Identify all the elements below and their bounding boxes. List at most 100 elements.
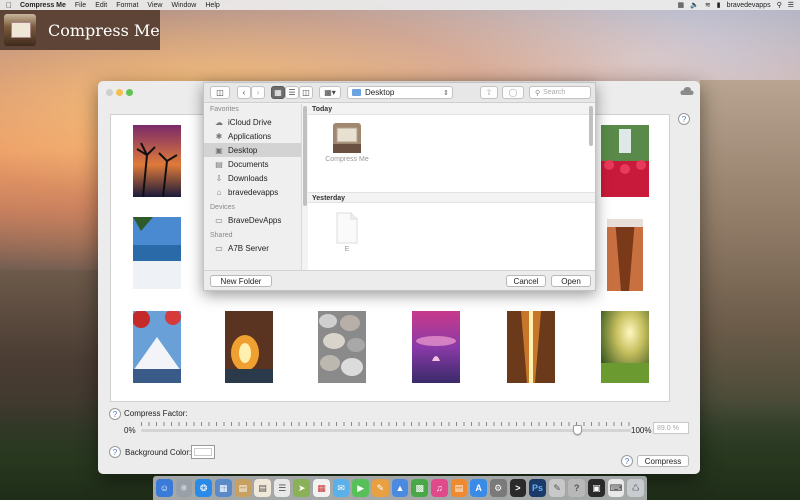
launchpad-icon[interactable]: ⚛ xyxy=(175,479,193,497)
calendar-icon[interactable]: ▦ xyxy=(313,479,330,497)
menu-app-name[interactable]: Compress Me xyxy=(20,2,66,9)
facetime-icon[interactable]: ▶ xyxy=(352,479,370,497)
arrange-menu-icon[interactable]: ▦▾ xyxy=(319,86,341,99)
pages-icon[interactable]: ✎ xyxy=(372,479,389,497)
contacts-icon[interactable]: ▤ xyxy=(234,479,252,497)
photoshop-icon[interactable]: Ps xyxy=(529,479,546,497)
zoom-button[interactable] xyxy=(126,89,133,96)
files-scrollbar[interactable] xyxy=(589,106,593,146)
file-item-e[interactable]: E xyxy=(328,212,366,253)
menu-view[interactable]: View xyxy=(147,2,162,9)
notes-icon[interactable]: ▤ xyxy=(254,479,271,497)
path-popup[interactable]: Desktop ⇕ xyxy=(347,86,453,99)
system-preferences-icon[interactable]: ⚙ xyxy=(489,479,507,497)
photos-app-icon[interactable]: ▦ xyxy=(214,479,232,497)
slider-min-label: 0% xyxy=(124,426,136,435)
trash-icon[interactable]: ♺ xyxy=(627,479,645,497)
menu-help[interactable]: Help xyxy=(205,2,219,9)
desktop-icon: ▣ xyxy=(215,145,223,155)
image-thumbnail-canyon[interactable] xyxy=(607,219,643,291)
compress-factor-slider[interactable] xyxy=(141,429,631,432)
sidebar-item-bravedevapps[interactable]: ▭ BraveDevApps xyxy=(204,213,301,227)
battery-icon[interactable]: ▮ xyxy=(717,1,721,9)
open-button[interactable]: Open xyxy=(551,275,591,287)
safari-icon[interactable]: ❂ xyxy=(195,479,212,497)
itunes-icon[interactable]: ♫ xyxy=(430,479,448,497)
screenshot-app-icon[interactable]: ▣ xyxy=(588,479,605,497)
wifi-icon[interactable]: ≋ xyxy=(705,1,711,9)
path-popup-label: Desktop xyxy=(365,88,395,97)
menubar-user[interactable]: bravedevapps xyxy=(727,2,771,9)
image-thumbnail-lotus[interactable] xyxy=(412,311,460,383)
help-viewer-icon[interactable]: ? xyxy=(568,479,586,497)
sidebar-item-a7b-server[interactable]: ▭ A7B Server xyxy=(204,241,301,255)
list-view-icon[interactable]: ☰ xyxy=(285,86,299,99)
notification-center-icon[interactable]: ☰ xyxy=(788,1,794,9)
sidebar-item-desktop[interactable]: ▣ Desktop xyxy=(204,143,301,157)
sidebar-header-devices: Devices xyxy=(210,204,235,211)
menu-file[interactable]: File xyxy=(75,2,86,9)
sidebar-item-downloads[interactable]: ⇩ Downloads xyxy=(204,171,301,185)
image-thumbnail-forest-sun[interactable] xyxy=(601,311,649,383)
background-color-well[interactable] xyxy=(191,445,215,459)
grid-help-button[interactable]: ? xyxy=(678,113,690,125)
sidebar-item-icloud-drive[interactable]: ☁ iCloud Drive xyxy=(204,115,301,129)
search-input[interactable]: ⚲ Search xyxy=(529,86,591,99)
numbers-icon[interactable]: ▩ xyxy=(411,479,428,497)
share-icon[interactable]: ⇧ xyxy=(480,86,498,99)
image-thumbnail-beach[interactable] xyxy=(133,217,181,289)
group-header-yesterday: Yesterday xyxy=(308,192,595,203)
volume-icon[interactable]: 🔈 xyxy=(690,1,699,9)
menu-edit[interactable]: Edit xyxy=(95,2,107,9)
new-folder-button[interactable]: New Folder xyxy=(210,275,272,287)
compress-button[interactable]: Compress xyxy=(637,455,689,467)
back-button[interactable]: ‹ xyxy=(237,86,251,99)
file-item-compress-me[interactable]: Compress Me xyxy=(322,122,372,163)
close-button[interactable] xyxy=(106,89,113,96)
server-icon: ▭ xyxy=(215,243,223,253)
sidebar-item-home[interactable]: ⌂ bravedevapps xyxy=(204,185,301,199)
column-view-icon[interactable]: ◫ xyxy=(299,86,313,99)
compress-help-button[interactable]: ? xyxy=(621,455,633,467)
messages-icon[interactable]: ✉ xyxy=(332,479,350,497)
image-thumbnail-palms[interactable] xyxy=(133,125,181,197)
ibooks-icon[interactable]: ▤ xyxy=(450,479,468,497)
sidebar-item-label: Applications xyxy=(228,131,272,141)
spotlight-icon[interactable]: ⚲ xyxy=(777,1,782,9)
image-thumbnail-pebbles[interactable] xyxy=(318,311,366,383)
image-thumbnail-mountain[interactable] xyxy=(133,311,181,383)
compress-factor-label: Compress Factor: xyxy=(124,409,188,418)
sidebar-item-documents[interactable]: ▤ Documents xyxy=(204,157,301,171)
slider-ticks xyxy=(141,422,631,426)
menubar-app-status-icon[interactable]: ▦ xyxy=(678,1,685,9)
menu-window[interactable]: Window xyxy=(171,2,196,9)
sidebar-item-applications[interactable]: ✱ Applications xyxy=(204,129,301,143)
apple-menu-icon[interactable]:  xyxy=(6,1,12,10)
compress-factor-field[interactable]: 89.0 % xyxy=(653,422,689,434)
forward-button[interactable]: › xyxy=(251,86,265,99)
menu-format[interactable]: Format xyxy=(116,2,138,9)
compress-factor-help-button[interactable]: ? xyxy=(109,408,121,420)
app-store-icon[interactable]: A xyxy=(470,479,487,497)
sidebar-item-label: A7B Server xyxy=(228,243,269,253)
icon-view-icon[interactable]: ▦ xyxy=(271,86,285,99)
image-thumbnail-cave-glow[interactable] xyxy=(225,311,273,383)
image-thumbnail-canyon-light[interactable] xyxy=(507,311,555,383)
tag-icon[interactable]: ◯ xyxy=(502,86,524,99)
group-header-today: Today xyxy=(308,104,595,115)
background-color-help-button[interactable]: ? xyxy=(109,446,121,458)
cancel-button[interactable]: Cancel xyxy=(506,275,546,287)
sidebar-toggle-icon[interactable]: ◫ xyxy=(210,86,230,99)
keynote-icon[interactable]: ▲ xyxy=(391,479,409,497)
image-thumbnail-tulips[interactable] xyxy=(601,125,649,197)
reminders-icon[interactable]: ☰ xyxy=(273,479,291,497)
slider-knob[interactable] xyxy=(573,425,583,435)
keyboard-app-icon[interactable]: ⌨ xyxy=(607,479,625,497)
terminal-icon[interactable]: > xyxy=(509,479,527,497)
preview-icon[interactable]: ✎ xyxy=(548,479,566,497)
sidebar-scrollbar[interactable] xyxy=(303,106,307,206)
maps-icon[interactable]: ➤ xyxy=(293,479,311,497)
minimize-button[interactable] xyxy=(116,89,123,96)
finder-icon[interactable]: ☺ xyxy=(156,479,173,497)
cloud-icon[interactable] xyxy=(680,86,694,96)
